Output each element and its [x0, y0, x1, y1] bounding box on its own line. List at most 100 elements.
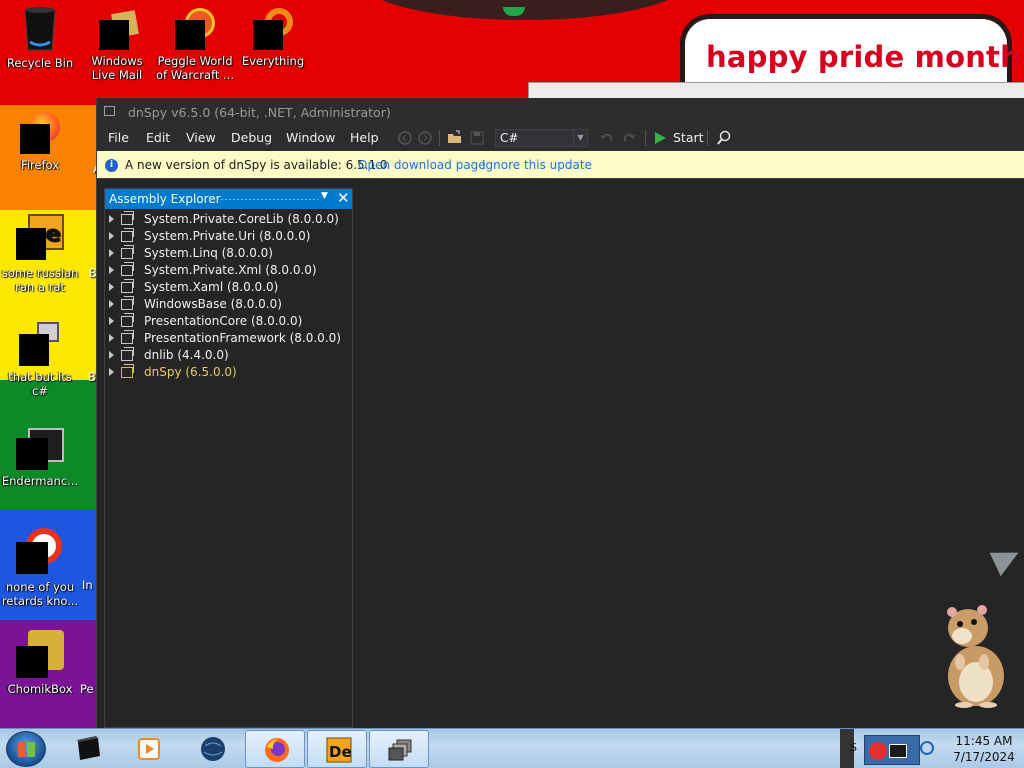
assembly-icon: [121, 262, 134, 276]
tree-item-label: dnlib (4.4.0.0): [144, 348, 229, 362]
taskbar-app-firefox[interactable]: [245, 730, 305, 768]
update-notification-bar: i A new version of dnSpy is available: 6…: [97, 151, 1024, 179]
ignore-update-link[interactable]: Ignore this update: [482, 158, 592, 172]
window-icon: [104, 106, 115, 116]
tree-item-assembly[interactable]: System.Private.Xml (8.0.0.0): [105, 262, 352, 279]
close-icon[interactable]: ✕: [337, 189, 350, 207]
menu-file[interactable]: File: [106, 129, 131, 146]
save-all-icon[interactable]: [469, 130, 485, 146]
hamster-sticker: [938, 604, 1010, 709]
desktop-icon-windows-live-mail[interactable]: Windows Live Mail: [78, 10, 156, 82]
desktop-icon-chomikbox[interactable]: ChomikBox: [1, 630, 79, 696]
taskbar-app-media-player[interactable]: [118, 730, 178, 768]
expand-arrow-icon[interactable]: [109, 351, 114, 359]
language-combobox-value: C#: [500, 131, 519, 145]
tray-s-icon[interactable]: S: [850, 741, 857, 754]
expand-arrow-icon[interactable]: [109, 317, 114, 325]
tree-item-assembly[interactable]: dnSpy (6.5.0.0): [105, 364, 352, 381]
desktop-icon-opera[interactable]: none of you retards kno...: [1, 528, 79, 608]
desktop-icon-dnspy-shortcut[interactable]: e some russian ran a rat: [1, 214, 79, 294]
expand-arrow-icon[interactable]: [109, 232, 114, 240]
tree-item-assembly[interactable]: WindowsBase (8.0.0.0): [105, 296, 352, 313]
partial-icon-label: Pe: [80, 682, 94, 696]
terminal-icon: [16, 428, 64, 470]
dnspy-shortcut-icon: e: [16, 214, 64, 262]
clock-time[interactable]: 11:45 AM: [946, 734, 1022, 748]
start-button[interactable]: Start: [671, 129, 706, 146]
taskbar: De S 11:45 AM 7/17/2024: [0, 728, 1024, 768]
panel-menu-dropdown-icon[interactable]: ▼: [321, 191, 328, 201]
tray-app-thumbnail[interactable]: [864, 735, 920, 765]
desktop-icon-firefox[interactable]: Firefox: [1, 112, 79, 172]
desktop-icon-label: Endermanc...: [1, 474, 79, 488]
desktop-icon-stacked[interactable]: that but its c#: [1, 322, 79, 398]
tree-item-assembly[interactable]: System.Xaml (8.0.0.0): [105, 279, 352, 296]
system-tray: S 11:45 AM 7/17/2024: [840, 729, 1024, 768]
language-combobox[interactable]: C# ▼: [495, 129, 588, 147]
expand-arrow-icon[interactable]: [109, 249, 114, 257]
menu-help[interactable]: Help: [348, 129, 381, 146]
tree-item-assembly[interactable]: System.Linq (8.0.0.0): [105, 245, 352, 262]
terminal-app-icon: [77, 736, 100, 760]
redo-icon[interactable]: [621, 130, 637, 146]
menu-view[interactable]: View: [184, 129, 218, 146]
network-icon[interactable]: [920, 741, 934, 755]
expand-arrow-icon[interactable]: [109, 300, 114, 308]
taskbar-app-dnspy[interactable]: De: [307, 730, 367, 768]
tree-item-assembly[interactable]: dnlib (4.4.0.0): [105, 347, 352, 364]
tree-item-assembly[interactable]: PresentationCore (8.0.0.0): [105, 313, 352, 330]
desktop-icon-label: ChomikBox: [7, 682, 73, 696]
tree-item-assembly[interactable]: System.Private.CoreLib (8.0.0.0): [105, 211, 352, 228]
tree-item-label: System.Private.CoreLib (8.0.0.0): [144, 212, 339, 226]
panel-grip: [208, 198, 318, 201]
recycle-bin-icon: [22, 6, 58, 52]
assembly-icon: [121, 279, 134, 293]
open-download-page-link[interactable]: Open download page: [358, 158, 486, 172]
navigate-forward-icon[interactable]: [417, 130, 433, 146]
peggle-icon: [175, 8, 215, 50]
chevron-down-icon[interactable]: ▼: [573, 130, 587, 146]
tree-item-label: System.Xaml (8.0.0.0): [144, 280, 279, 294]
menu-debug[interactable]: Debug: [229, 129, 274, 146]
title-bar[interactable]: dnSpy v6.5.0 (64-bit, .NET, Administrato…: [97, 98, 1024, 126]
menu-edit[interactable]: Edit: [144, 129, 172, 146]
firefox-icon: [20, 112, 60, 154]
taskbar-app-stacked-windows[interactable]: [369, 730, 429, 768]
menu-window[interactable]: Window: [284, 129, 337, 146]
taskbar-app-globe[interactable]: [182, 730, 242, 768]
taskbar-app-terminal[interactable]: [58, 730, 118, 768]
desktop-icon-label: that but its c#: [8, 370, 72, 398]
info-icon: i: [105, 159, 118, 172]
toolbar-separator: [439, 130, 440, 146]
assembly-icon: [121, 330, 134, 344]
desktop-icon-endermanch[interactable]: Endermanc...: [1, 428, 79, 488]
start-debug-icon[interactable]: [652, 130, 668, 146]
undo-icon[interactable]: [599, 130, 615, 146]
clock-date[interactable]: 7/17/2024: [946, 750, 1022, 764]
expand-arrow-icon[interactable]: [109, 334, 114, 342]
tree-item-assembly[interactable]: PresentationFramework (8.0.0.0): [105, 330, 352, 347]
assembly-explorer-title: Assembly Explorer: [109, 192, 221, 206]
search-icon[interactable]: [716, 130, 732, 146]
expand-arrow-icon[interactable]: [109, 266, 114, 274]
tree-item-label: PresentationCore (8.0.0.0): [144, 314, 303, 328]
open-folder-icon[interactable]: [447, 130, 463, 146]
media-player-icon: [138, 738, 160, 760]
assembly-explorer-header[interactable]: Assembly Explorer ▼ ✕: [105, 189, 352, 209]
windows-logo-icon: [18, 742, 35, 757]
desktop-icon-peggle[interactable]: Peggle World of Warcraft ...: [156, 8, 234, 82]
menu-bar: File Edit View Debug Window Help C# ▼ St…: [97, 126, 1024, 151]
desktop-icon-label: none of you retards kno...: [1, 580, 79, 608]
assembly-icon: [121, 228, 134, 242]
expand-arrow-icon[interactable]: [109, 215, 114, 223]
opera-icon: [16, 528, 64, 576]
start-button[interactable]: [6, 731, 46, 767]
tree-item-assembly[interactable]: System.Private.Uri (8.0.0.0): [105, 228, 352, 245]
windows-live-mail-icon: [99, 10, 139, 50]
expand-arrow-icon[interactable]: [109, 283, 114, 291]
tree-item-label: WindowsBase (8.0.0.0): [144, 297, 282, 311]
navigate-back-icon[interactable]: [397, 130, 413, 146]
desktop-icon-everything[interactable]: Everything: [234, 8, 312, 68]
expand-arrow-icon[interactable]: [109, 368, 114, 376]
desktop-icon-recycle-bin[interactable]: Recycle Bin: [1, 6, 79, 70]
